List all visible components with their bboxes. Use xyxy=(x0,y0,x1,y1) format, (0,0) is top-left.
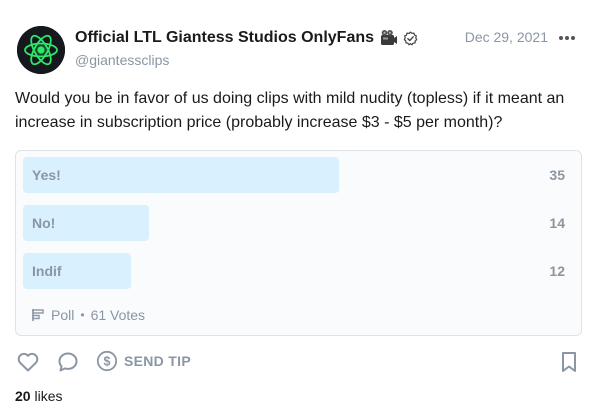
post-text: Would you be in favor of us doing clips … xyxy=(15,90,565,131)
bookmark-icon xyxy=(562,352,576,372)
author-display-name[interactable]: Official LTL Giantess Studios OnlyFans xyxy=(75,29,374,47)
send-tip-label: SEND TIP xyxy=(124,353,191,369)
poll-icon xyxy=(31,308,47,322)
poll-option-yes[interactable]: Yes! 35 xyxy=(23,157,574,193)
dollar-circle-icon: $ xyxy=(96,350,118,372)
avatar[interactable] xyxy=(17,26,65,74)
poll-option-label: Yes! xyxy=(32,167,61,183)
comment-button[interactable] xyxy=(56,350,80,374)
heart-icon xyxy=(17,352,39,372)
poll-option-label: Indif xyxy=(32,263,62,279)
likes-summary[interactable]: 20 likes xyxy=(15,388,62,404)
poll-separator: • xyxy=(80,308,85,322)
poll-footer: Poll • 61 Votes xyxy=(31,307,145,323)
atom-icon xyxy=(17,26,65,74)
poll-option-count: 35 xyxy=(549,167,565,183)
more-options-icon[interactable] xyxy=(558,31,576,43)
poll-option-indif[interactable]: Indif 12 xyxy=(23,253,574,289)
poll-option-bar xyxy=(23,157,339,193)
poll-votes-label: 61 Votes xyxy=(90,307,146,323)
bookmark-button[interactable] xyxy=(558,350,580,374)
poll: Yes! 35 No! 14 Indif 12 Poll • 61 Votes xyxy=(15,150,582,336)
poll-option-no[interactable]: No! 14 xyxy=(23,205,574,241)
poll-type-label: Poll xyxy=(51,307,75,323)
like-button[interactable] xyxy=(16,350,40,374)
likes-count: 20 xyxy=(15,388,31,404)
send-tip-button[interactable]: $ SEND TIP xyxy=(96,350,191,372)
svg-text:$: $ xyxy=(104,354,111,368)
poll-option-count: 12 xyxy=(549,263,565,279)
post-card: Official LTL Giantess Studios OnlyFans @… xyxy=(0,0,590,410)
poll-option-label: No! xyxy=(32,215,56,231)
comment-icon xyxy=(58,352,78,372)
author-handle[interactable]: @giantessclips xyxy=(75,52,169,68)
film-camera-icon xyxy=(380,29,398,47)
likes-label: likes xyxy=(34,388,63,404)
post-date[interactable]: Dec 29, 2021 xyxy=(465,29,548,45)
poll-option-count: 14 xyxy=(549,215,565,231)
author-name-row: Official LTL Giantess Studios OnlyFans xyxy=(75,27,418,49)
verified-icon xyxy=(403,31,418,46)
post-actions: $ SEND TIP xyxy=(16,350,582,374)
